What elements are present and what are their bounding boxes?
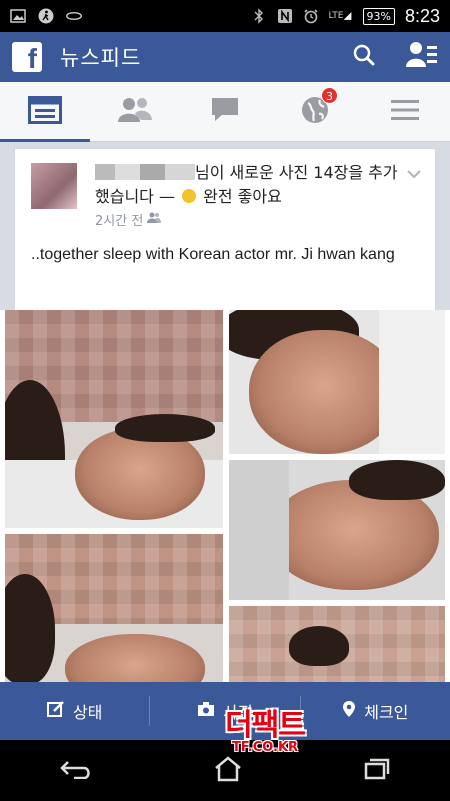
chat-bubble-icon (210, 96, 240, 128)
post-time[interactable]: 2시간 전 (95, 210, 143, 229)
friend-list-icon[interactable] (406, 40, 438, 74)
feeling-text: 완전 좋아요 (203, 187, 282, 206)
tab-more[interactable] (360, 82, 450, 141)
clock: 8:23 (404, 5, 440, 26)
battery-indicator: 93% (362, 7, 395, 25)
network-label: LTE (328, 10, 344, 21)
post-body: ..together sleep with Korean actor mr. J… (31, 246, 395, 263)
photo-button[interactable]: 사진 (150, 682, 299, 740)
page-title: 뉴스피드 (60, 46, 142, 70)
composer-bar: 상태 사진 체크인 (0, 682, 450, 740)
photo-2[interactable] (229, 310, 445, 454)
edit-icon (46, 700, 65, 722)
tab-bar: 3 (0, 82, 450, 142)
tab-news-feed[interactable] (0, 82, 90, 142)
facebook-logo[interactable]: f (12, 42, 42, 72)
signal-icon: LTE (329, 8, 353, 24)
audience-friends-icon[interactable] (147, 212, 162, 227)
status-label: 상태 (72, 703, 103, 722)
chevron-down-icon[interactable] (407, 167, 421, 183)
back-icon[interactable] (60, 759, 92, 783)
post-header: 님이 새로운 사진 14장을 추가했습니다 — 완전 좋아요 (95, 161, 405, 209)
tab-messages[interactable] (180, 82, 270, 141)
location-pin-icon (342, 700, 356, 722)
checkin-label: 체크인 (364, 703, 409, 722)
bluetooth-icon (251, 8, 267, 24)
photo-1[interactable] (5, 310, 223, 528)
menu-icon (390, 98, 420, 126)
avatar[interactable] (31, 163, 77, 209)
oval-icon (66, 8, 82, 24)
alarm-icon (303, 8, 319, 24)
walk-icon (38, 8, 54, 24)
photo-grid (0, 310, 450, 682)
photo-label: 사진 (223, 703, 253, 722)
post-meta: 2시간 전 (95, 210, 162, 229)
censored-name[interactable] (95, 164, 195, 180)
smiley-icon (182, 189, 197, 203)
notification-badge: 3 (321, 87, 338, 104)
nfc-icon (277, 8, 293, 24)
app-header: f 뉴스피드 (0, 32, 450, 82)
news-feed-icon (28, 95, 62, 128)
recent-apps-icon[interactable] (364, 758, 390, 784)
status-button[interactable]: 상태 (0, 682, 149, 740)
photo-3[interactable] (229, 460, 445, 600)
home-icon[interactable] (213, 755, 243, 786)
friends-icon (117, 96, 153, 128)
status-bar: LTE 93% 8:23 (0, 0, 450, 32)
search-icon[interactable] (352, 43, 376, 71)
gallery-icon (10, 8, 26, 24)
tab-notifications[interactable]: 3 (270, 82, 360, 141)
tab-friend-requests[interactable] (90, 82, 180, 141)
camera-icon (197, 701, 215, 721)
photo-4[interactable] (5, 534, 223, 682)
post-card: 님이 새로운 사진 14장을 추가했습니다 — 완전 좋아요 2시간 전 ..t… (14, 148, 436, 314)
photo-5[interactable] (229, 606, 445, 682)
android-nav-bar (0, 740, 450, 801)
checkin-button[interactable]: 체크인 (301, 682, 450, 740)
